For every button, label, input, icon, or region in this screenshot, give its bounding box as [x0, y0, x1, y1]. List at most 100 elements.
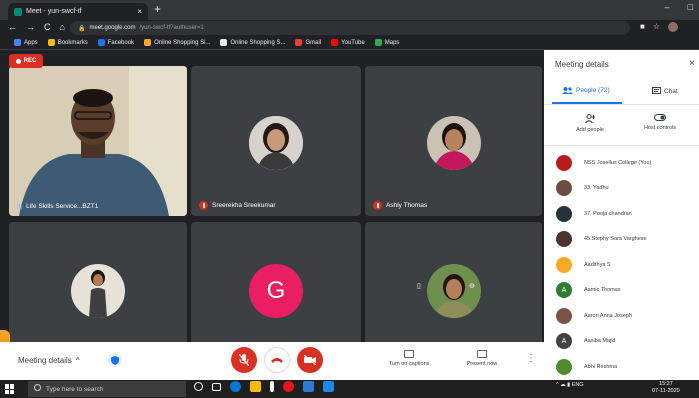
- minimize-button[interactable]: –: [665, 2, 670, 12]
- participant-name: ||| Life Skills Service...BZT1: [17, 203, 99, 210]
- mic-off-icon: [373, 201, 382, 210]
- list-item[interactable]: 37. Pooja chandran: [556, 201, 696, 227]
- participant-tile[interactable]: Sreerekha Sreekumar: [191, 66, 361, 216]
- meet-favicon-icon: [14, 7, 22, 16]
- host-controls-button[interactable]: Host controls: [633, 114, 687, 131]
- new-tab-button[interactable]: +: [154, 2, 161, 16]
- remove-icon[interactable]: ⊖: [469, 282, 475, 290]
- browser-right-buttons: ■ ☆: [640, 22, 679, 32]
- nav-buttons: ← → C ⌂: [8, 22, 65, 32]
- record-dot-icon: [15, 58, 21, 64]
- list-item[interactable]: A Aamic Thomas: [556, 278, 696, 304]
- bookmark-item[interactable]: YouTube: [331, 39, 365, 46]
- close-icon[interactable]: ×: [689, 58, 695, 69]
- participant-tile[interactable]: ||| Life Skills Service...BZT1: [9, 66, 187, 216]
- pin-icon[interactable]: ▯: [417, 282, 421, 290]
- divider: [544, 104, 699, 105]
- tab-people[interactable]: People (72): [562, 87, 610, 94]
- captions-button[interactable]: Turn on captions: [384, 350, 434, 367]
- add-people-button[interactable]: Add people: [566, 114, 614, 133]
- participant-avatar: [427, 116, 481, 170]
- maximize-button[interactable]: □: [688, 2, 693, 12]
- bookmark-item[interactable]: Bookmarks: [47, 39, 88, 46]
- participant-name: Ashly Thomas: [373, 201, 427, 210]
- youtube-icon: [331, 39, 339, 46]
- participant-avatar: [427, 264, 481, 318]
- task-view-icon[interactable]: [212, 382, 221, 391]
- list-item[interactable]: 45.Stephy Sara Varghese: [556, 227, 696, 253]
- star-icon: [47, 39, 55, 46]
- home-icon[interactable]: ⌂: [60, 22, 65, 32]
- file-explorer-icon[interactable]: [250, 381, 261, 392]
- avatar-letter: G: [266, 277, 286, 304]
- reload-icon[interactable]: C: [44, 22, 51, 32]
- list-item[interactable]: Aadithya S: [556, 252, 696, 278]
- edge-icon[interactable]: [230, 381, 241, 392]
- bookmark-item[interactable]: Apps: [14, 39, 38, 46]
- camera-indicator-icon[interactable]: ■: [640, 22, 645, 32]
- list-item[interactable]: Abhi Reshma: [556, 354, 696, 380]
- system-tray[interactable]: ^ ☁ ▮ ENG: [556, 382, 584, 388]
- taskbar-apps: [194, 381, 334, 392]
- chrome-icon[interactable]: [283, 381, 294, 392]
- chevron-up-icon: ^: [75, 356, 80, 365]
- camera-toggle-button[interactable]: [297, 347, 323, 373]
- bookmark-item[interactable]: Maps: [374, 39, 399, 46]
- more-options-icon[interactable]: ⋮: [526, 353, 536, 364]
- microphone-toggle-button[interactable]: [231, 347, 257, 373]
- shopping-icon: [220, 39, 228, 46]
- avatar: [556, 358, 572, 375]
- participant-avatar: [249, 116, 303, 170]
- participant-name: Sreerekha Sreekumar: [199, 201, 276, 210]
- back-icon[interactable]: ←: [8, 22, 17, 32]
- participant-tile[interactable]: Ashly Thomas: [365, 66, 542, 216]
- meeting-details-button[interactable]: Meeting details ^: [18, 356, 80, 365]
- browser-tab[interactable]: Meet - yun-swcf-tf ×: [8, 3, 148, 20]
- bookmark-item[interactable]: Online Shopping Si...: [144, 39, 210, 46]
- participant-tile[interactable]: [9, 222, 187, 347]
- window-controls: – □: [665, 2, 693, 12]
- star-icon[interactable]: ☆: [653, 22, 660, 32]
- clock-time: 15:27: [658, 381, 673, 387]
- clock-date: 07-11-2020: [652, 388, 680, 394]
- present-now-button[interactable]: Present now: [460, 350, 504, 367]
- list-item[interactable]: A Aasiba Majid: [556, 329, 696, 355]
- list-item[interactable]: NSS Josellus College (You): [556, 150, 696, 176]
- apps-icon: [14, 39, 21, 46]
- lightning-icon[interactable]: [270, 381, 274, 392]
- mic-off-icon: [199, 201, 208, 210]
- cortana-icon[interactable]: [194, 382, 203, 391]
- participant-avatar: [71, 264, 125, 318]
- tab-chat[interactable]: Chat: [652, 87, 678, 95]
- avatar: [556, 154, 572, 171]
- meeting-details-label: Meeting details: [18, 356, 72, 365]
- windows-start-icon[interactable]: [5, 384, 15, 394]
- list-item[interactable]: Aaron Anna Joseph: [556, 303, 696, 329]
- tab-title: Meet - yun-swcf-tf: [26, 8, 82, 15]
- list-item[interactable]: 33. Yadhu: [556, 176, 696, 202]
- bookmark-item[interactable]: Gmail: [295, 39, 321, 46]
- avatar: [556, 205, 572, 222]
- people-icon: [562, 87, 573, 94]
- present-icon: [477, 350, 487, 358]
- url-host: meet.google.com: [89, 25, 136, 31]
- avatar: A: [556, 333, 572, 350]
- maps-icon: [374, 39, 382, 46]
- participant-tile[interactable]: G: [191, 222, 361, 347]
- camera-off-icon: [304, 355, 316, 365]
- forward-icon[interactable]: →: [26, 22, 35, 32]
- taskbar-search-input[interactable]: Type here to search: [28, 381, 186, 397]
- taskbar-clock[interactable]: 15:27 07-11-2020: [652, 381, 680, 395]
- bookmark-item[interactable]: Facebook: [97, 39, 134, 46]
- app-icon[interactable]: [323, 381, 334, 392]
- tab-close-icon[interactable]: ×: [137, 7, 142, 16]
- bookmark-item[interactable]: Online Shopping S...: [220, 39, 285, 46]
- shield-icon[interactable]: [108, 353, 122, 367]
- profile-avatar[interactable]: [668, 22, 679, 32]
- participant-tile[interactable]: ▯ ⊖: [365, 222, 542, 347]
- toggle-icon: [654, 114, 666, 121]
- panel-title: Meeting details: [555, 60, 609, 69]
- url-input[interactable]: 🔒 meet.google.com/yun-swcf-tf?authuser=1: [70, 21, 630, 35]
- store-icon[interactable]: [303, 381, 314, 392]
- leave-call-button[interactable]: [264, 347, 290, 373]
